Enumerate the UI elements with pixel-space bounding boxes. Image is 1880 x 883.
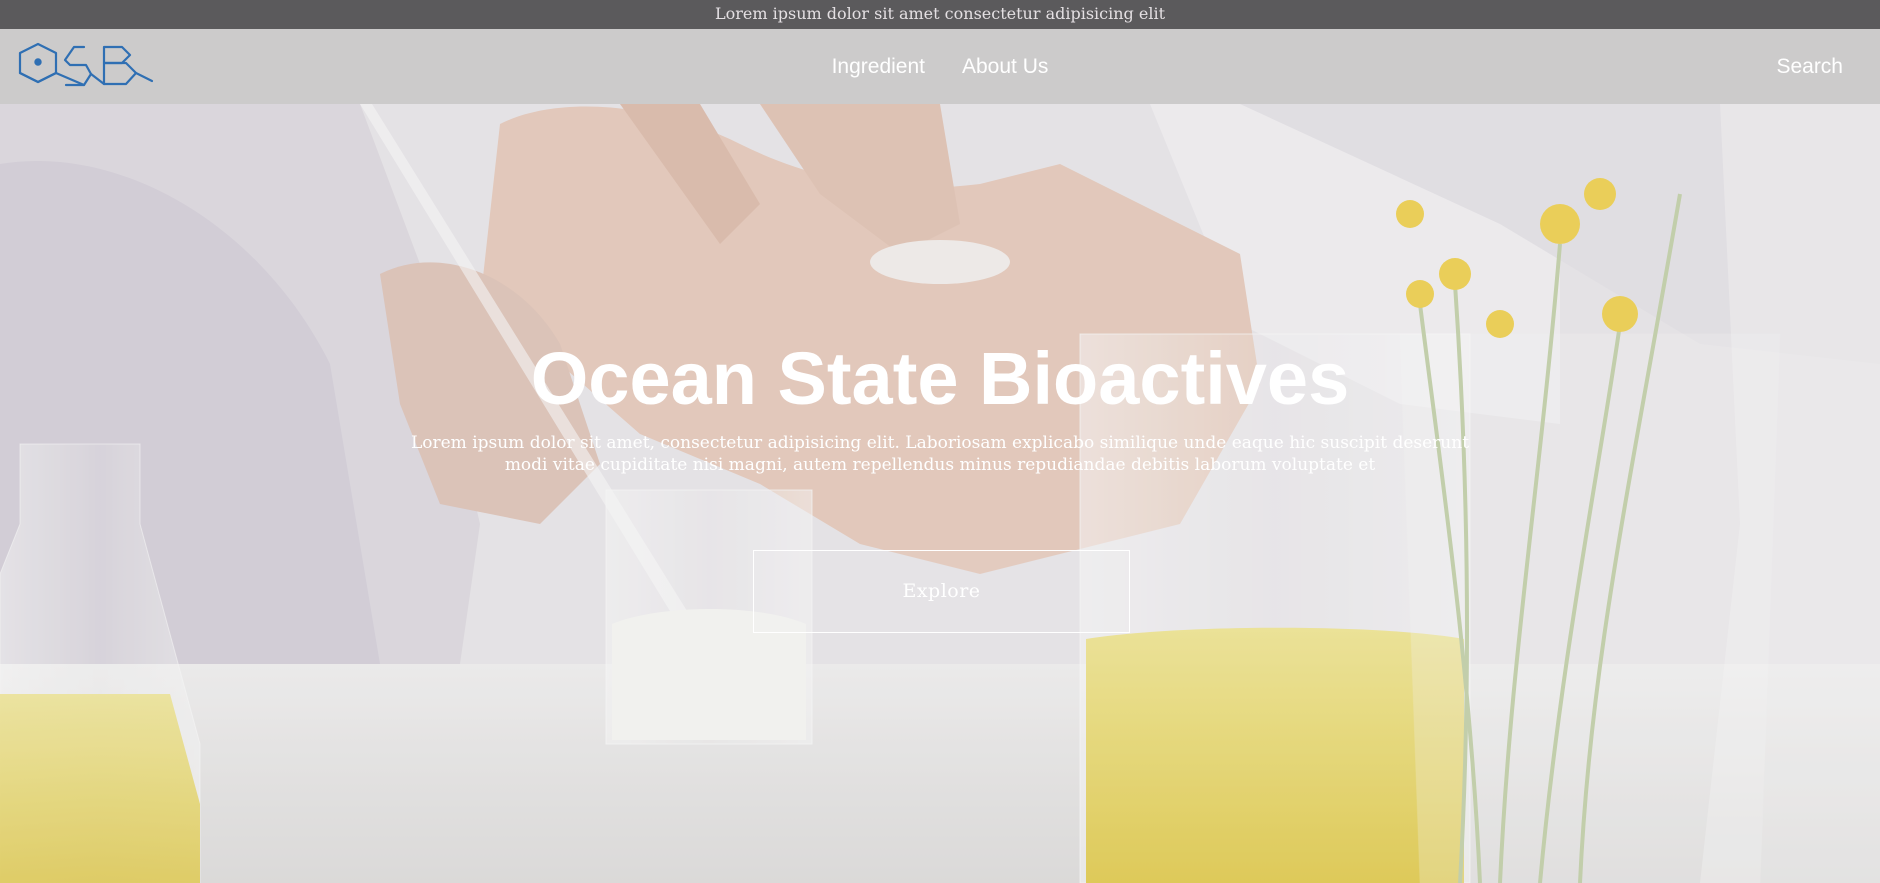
nav-link-ingredient[interactable]: Ingredient [832,55,925,79]
announcement-bar: Lorem ipsum dolor sit amet consectetur a… [0,0,1880,29]
hero-background-image [0,104,1880,883]
hero-description: Lorem ipsum dolor sit amet, consectetur … [410,433,1470,475]
announcement-text: Lorem ipsum dolor sit amet consectetur a… [715,4,1165,23]
hero-section: Ocean State Bioactives Lorem ipsum dolor… [0,104,1880,883]
navbar: Ingredient About Us Search [0,29,1880,104]
hero-title: Ocean State Bioactives [530,337,1350,420]
osb-logo[interactable] [18,41,154,87]
nav-link-about-us[interactable]: About Us [962,55,1048,79]
main-nav: Ingredient About Us [0,29,1880,104]
logo-graphic [18,42,154,87]
explore-button[interactable]: Explore [753,550,1130,633]
search-link[interactable]: Search [1776,29,1843,104]
